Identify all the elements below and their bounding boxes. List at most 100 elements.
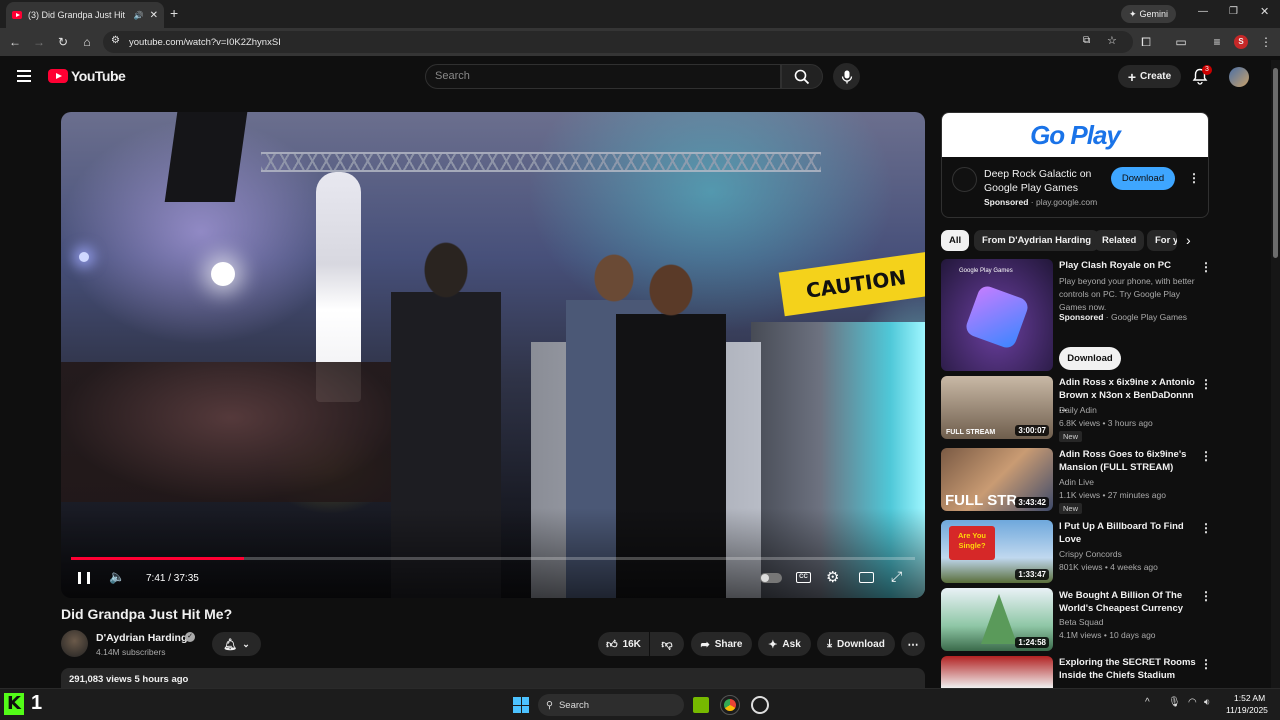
minimize-icon[interactable]: — [1198,6,1208,17]
ad-download-button[interactable]: Download [1111,167,1175,190]
chrome-app-icon[interactable] [720,695,740,715]
more-actions-button[interactable]: ⋯ [901,632,925,656]
pause-icon[interactable] [78,572,90,584]
rec-more-icon[interactable]: ⋮ [1200,658,1212,670]
account-avatar[interactable] [1229,67,1249,87]
widget-logo[interactable]: K [4,693,24,715]
nvidia-app-icon[interactable] [693,697,709,713]
captions-icon[interactable]: CC [796,572,811,583]
rec-channel[interactable]: Adin Live [1059,476,1094,489]
sponsored-label: Sponsored [1059,312,1104,322]
settings-gear-icon[interactable]: ⚙ [826,568,839,586]
bell-icon: 🔔︎ [223,638,238,651]
rec-title[interactable]: We Bought A Billion Of The World's Cheap… [1059,589,1197,615]
search-button[interactable] [781,64,823,89]
subscribed-notifications-button[interactable]: 🔔︎ ⌄ [212,632,261,656]
chip-from-channel[interactable]: From D'Aydrian Harding [974,230,1100,251]
volume-icon[interactable]: 🔈 [109,569,125,585]
rec-meta: 4.1M views • 10 days ago [1059,630,1156,640]
chip-all[interactable]: All [941,230,970,251]
ad-banner[interactable]: Go Play [942,113,1208,157]
scrollbar-thumb[interactable] [1273,68,1278,258]
new-tab-icon[interactable]: + [170,6,178,20]
sponsored-ad-card[interactable]: Go Play Deep Rock Galactic on Google Pla… [941,112,1209,218]
chip-related[interactable]: Related [1094,230,1145,251]
sponsored-rec-more-icon[interactable]: ⋮ [1200,261,1212,273]
restore-icon[interactable]: ❐ [1229,6,1238,17]
site-info-icon[interactable]: ⚙ [111,35,120,46]
clock-time[interactable]: 1:52 AM [1234,693,1265,703]
rec-title[interactable]: Exploring the SECRET Rooms Inside the Ch… [1059,656,1197,682]
rec-channel[interactable]: Beta Squad [1059,616,1103,629]
rec-title[interactable]: Adin Ross Goes to 6ix9ine's Mansion (FUL… [1059,448,1197,474]
dislike-button[interactable]: 👎︎ [650,632,684,656]
notifications-button[interactable]: 3 [1192,65,1212,86]
ad-title[interactable]: Deep Rock Galactic on Google Play Games [984,167,1102,195]
rec-more-icon[interactable]: ⋮ [1200,378,1212,390]
ask-button[interactable]: ✦ Ask [758,632,811,656]
media-control-icon[interactable]: ≡ [1209,34,1225,50]
new-badge: New [1059,431,1083,442]
chip-for-you[interactable]: For y [1147,230,1177,251]
video-player[interactable]: CAUTION 🔈 7:41 / 37:35 CC ⚙ ⤢ [61,112,925,598]
rec-thumbnail[interactable]: FULL STR 3:43:42 [941,448,1053,511]
gemini-button[interactable]: ✦ Gemini [1121,5,1176,23]
theater-mode-icon[interactable] [859,572,874,583]
window-close-icon[interactable]: ✕ [1260,5,1269,18]
browser-tab[interactable]: (3) Did Grandpa Just Hit Me? 🔊 ✕ [6,2,164,28]
chevron-right-icon[interactable]: › [1186,232,1191,248]
back-icon[interactable]: ← [7,34,23,50]
recorder-app-icon[interactable] [751,696,769,714]
rec-channel[interactable]: Daily Adin [1059,404,1097,417]
bookmark-star-icon[interactable]: ☆ [1107,34,1117,47]
extensions-icon[interactable]: ⧠ [1138,34,1154,50]
tab-audio-icon[interactable]: 🔊 [134,11,144,20]
download-button[interactable]: ⤓ Download [817,632,895,656]
tab-close-icon[interactable]: ✕ [150,10,158,21]
tray-mic-icon[interactable]: 🎙︎ [1168,697,1181,708]
like-button[interactable]: 👍︎ 16K [598,632,649,656]
guide-menu-icon[interactable] [17,70,31,82]
reload-icon[interactable]: ↻ [55,34,71,50]
page-scrollbar[interactable] [1271,60,1280,688]
autoplay-toggle[interactable] [760,573,782,583]
channel-name[interactable]: D'Aydrian Harding [96,632,187,644]
sponsored-rec-title[interactable]: Play Clash Royale on PC [1059,259,1197,272]
rec-thumbnail[interactable]: 1:24:58 [941,588,1053,651]
create-button[interactable]: + Create [1118,65,1181,88]
address-bar[interactable]: ⚙ youtube.com/watch?v=I0K2ZhynxSI ⧉ ☆ [103,31,1133,53]
progress-bar[interactable] [71,557,915,560]
channel-avatar[interactable] [61,630,88,657]
search-input[interactable]: Search [425,64,781,89]
wifi-icon[interactable]: ◠ [1188,697,1197,708]
rec-title[interactable]: I Put Up A Billboard To Find Love [1059,520,1197,546]
rec-more-icon[interactable]: ⋮ [1200,590,1212,602]
billboard: Are You Single? [949,526,995,560]
sponsored-rec-download-button[interactable]: Download [1059,347,1121,370]
install-icon[interactable]: ⧉ [1083,35,1090,46]
cast-icon[interactable]: ▭ [1173,34,1189,50]
rec-thumbnail[interactable]: Are You Single? 1:33:47 [941,520,1053,583]
tray-chevron-icon[interactable]: ^ [1145,697,1150,708]
ad-more-icon[interactable]: ⋮ [1188,171,1200,185]
rec-thumbnail[interactable]: FULL STREAM 3:00:07 [941,376,1053,439]
rec-thumbnail[interactable] [941,656,1053,688]
forward-icon[interactable]: → [31,34,47,50]
browser-menu-icon[interactable]: ⋮ [1258,34,1274,50]
rec-more-icon[interactable]: ⋮ [1200,522,1212,534]
share-button[interactable]: ➦ Share [691,632,752,656]
clock-date[interactable]: 11/19/2025 [1226,705,1268,715]
rec-more-icon[interactable]: ⋮ [1200,450,1212,462]
rec-channel[interactable]: Crispy Concords [1059,548,1122,561]
youtube-logo[interactable]: YouTube [48,68,126,84]
voice-search-button[interactable] [833,63,860,90]
taskbar-search[interactable]: ⚲ Search [538,694,684,716]
speaker-icon[interactable]: 🔉︎ [1204,697,1210,708]
sponsored-rec-thumbnail[interactable]: Google Play Games [941,259,1053,371]
fullscreen-icon[interactable]: ⤢ [891,568,902,585]
thumbs-up-icon: 👍︎ [606,638,618,651]
controls-gradient [61,508,925,598]
start-windows-icon[interactable] [513,697,529,713]
home-icon[interactable]: ⌂ [79,34,95,50]
profile-avatar[interactable]: S [1234,35,1248,49]
